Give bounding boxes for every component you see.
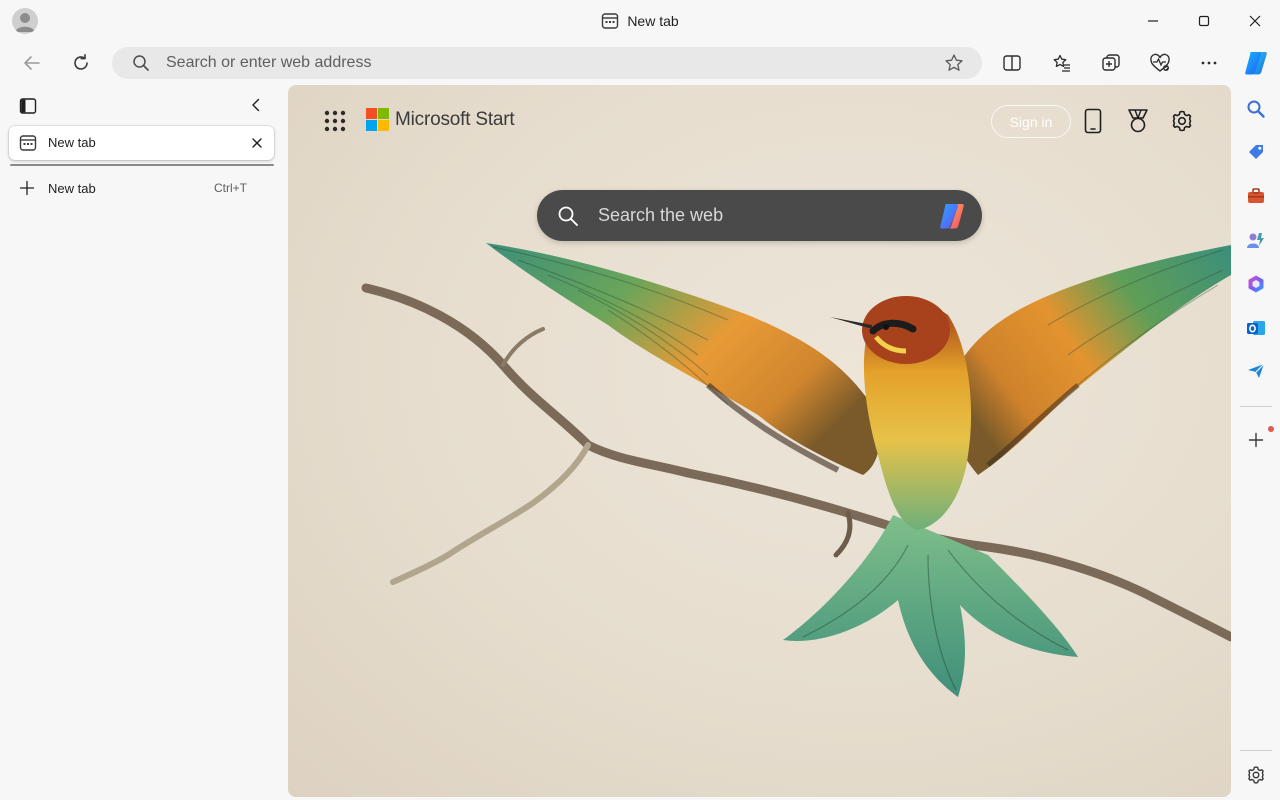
brand-name: Microsoft Start [395, 108, 515, 130]
new-tab-button[interactable]: New tab Ctrl+T [9, 174, 274, 202]
toolbar [0, 42, 1280, 84]
tab-new-tab[interactable]: New tab [9, 126, 274, 160]
settings-icon [1248, 766, 1264, 784]
profile-icon [15, 13, 35, 32]
settings-gear-icon [1172, 110, 1192, 132]
sign-in-button[interactable]: Sign in [991, 105, 1071, 138]
close-icon [252, 138, 262, 148]
refresh-icon [74, 54, 88, 70]
sidebar-divider [1240, 750, 1272, 751]
microsoft-logo-icon [366, 108, 389, 131]
new-tab-shortcut: Ctrl+T [214, 181, 247, 195]
sidebar-item-microsoft-365[interactable] [1240, 268, 1272, 300]
close-tab-button[interactable] [247, 133, 267, 153]
favorites-button[interactable] [1046, 47, 1078, 79]
minimize-icon [1148, 20, 1158, 22]
plus-icon [19, 180, 35, 196]
sidebar-item-outlook[interactable] [1240, 312, 1272, 344]
favorites-icon [1053, 54, 1070, 72]
copilot-icon [1245, 52, 1267, 75]
sidebar-item-search[interactable] [1240, 93, 1272, 125]
apps-launcher-button[interactable] [321, 107, 349, 135]
minimize-button[interactable] [1130, 0, 1176, 42]
tab-label: New tab [48, 135, 96, 150]
sidebar-item-shopping[interactable] [1240, 136, 1272, 168]
new-tab-page-icon [601, 12, 619, 30]
settings-and-more-button[interactable] [1193, 47, 1225, 79]
maximize-button[interactable] [1181, 0, 1227, 42]
tab-divider [10, 164, 274, 166]
collections-icon [1102, 54, 1120, 71]
search-icon [132, 54, 150, 72]
sidebar-settings-button[interactable] [1240, 759, 1272, 791]
add-icon [1248, 432, 1264, 448]
vertical-tabs-panel: New tab New tab Ctrl+T [0, 84, 287, 800]
microsoft-365-icon [1248, 275, 1264, 293]
web-search-input[interactable] [598, 190, 918, 241]
rewards-button[interactable] [1122, 105, 1154, 137]
collapse-pane-button[interactable] [244, 93, 268, 117]
new-tab-label: New tab [48, 181, 96, 196]
window-title: New tab [627, 13, 679, 29]
sidebar-item-drop[interactable] [1240, 355, 1272, 387]
star-icon [945, 54, 963, 71]
back-button[interactable] [16, 47, 48, 79]
collections-button[interactable] [1095, 47, 1127, 79]
sidebar-item-games[interactable] [1240, 224, 1272, 256]
drop-icon [1248, 363, 1265, 378]
more-icon [1201, 61, 1217, 65]
add-favorite-button[interactable] [942, 52, 966, 74]
profile-avatar-button[interactable] [12, 8, 38, 34]
tools-icon [1248, 188, 1264, 203]
shopping-tag-icon [1249, 145, 1263, 159]
copilot-icon [940, 204, 964, 229]
sidebar-divider [1240, 406, 1272, 407]
outlook-icon [1247, 321, 1265, 335]
vertical-tabs-icon [19, 98, 37, 114]
rewards-icon [1128, 109, 1148, 133]
tab-actions-button[interactable] [16, 94, 40, 118]
microsoft-start-logo[interactable]: Microsoft Start [366, 108, 515, 131]
games-icon [1247, 233, 1264, 248]
close-icon [1249, 15, 1261, 27]
search-icon [1247, 100, 1265, 118]
copilot-search-button[interactable] [935, 199, 969, 233]
sidebar-item-tools[interactable] [1240, 180, 1272, 212]
search-icon [557, 205, 579, 227]
phone-icon [1084, 108, 1102, 134]
edge-sidebar [1232, 84, 1280, 800]
chevron-left-icon [252, 98, 260, 112]
maximize-icon [1198, 15, 1210, 27]
mobile-app-button[interactable] [1077, 105, 1109, 137]
close-window-button[interactable] [1232, 0, 1278, 42]
notification-dot [1268, 426, 1274, 432]
new-tab-page: Microsoft Start Sign in [288, 85, 1231, 797]
address-bar[interactable] [112, 47, 982, 79]
split-screen-button[interactable] [996, 47, 1028, 79]
browser-essentials-icon [1150, 53, 1170, 72]
split-screen-icon [1003, 55, 1021, 71]
browser-essentials-button[interactable] [1144, 47, 1176, 79]
apps-launcher-icon [324, 110, 346, 132]
web-search-box[interactable] [537, 190, 982, 241]
copilot-button[interactable] [1240, 47, 1272, 79]
page-settings-button[interactable] [1166, 105, 1198, 137]
back-icon [24, 56, 40, 70]
title-bar: New tab [0, 0, 1280, 42]
new-tab-page-icon [19, 134, 37, 152]
refresh-button[interactable] [65, 47, 97, 79]
address-input[interactable] [166, 47, 926, 79]
